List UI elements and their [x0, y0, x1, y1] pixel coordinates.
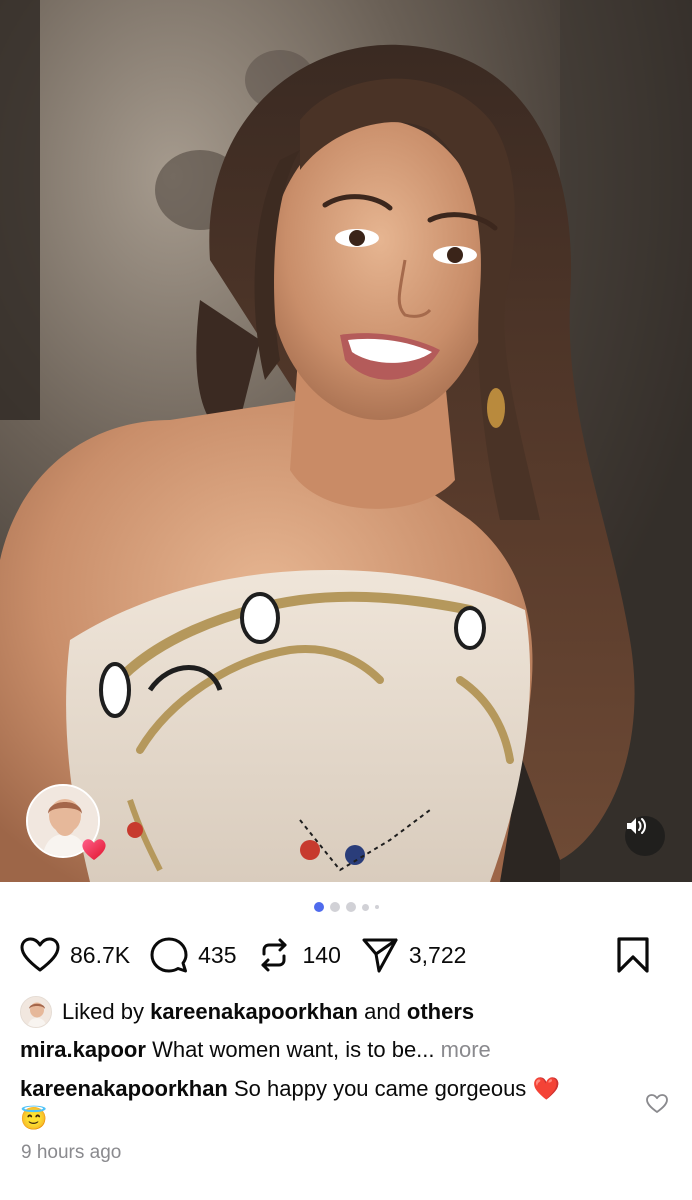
mute-button[interactable] [625, 816, 665, 856]
carousel-dot [374, 905, 379, 909]
heart-outline-icon [646, 1094, 668, 1113]
top-comment: kareenakapoorkhan So happy you came gorg… [20, 1074, 630, 1134]
carousel-dot [361, 903, 369, 911]
red-heart-emoji: ❤️ [532, 1076, 560, 1101]
caption-text: What women want, is to be... [152, 1037, 435, 1062]
post-action-bar: 86.7K 435 140 3,722 [20, 933, 670, 977]
liked-by-others[interactable]: others [407, 999, 474, 1025]
angel-emoji: 😇 [20, 1106, 48, 1131]
liked-by-prefix: Liked by [62, 999, 144, 1024]
heart-outline-icon [20, 937, 60, 972]
save-button[interactable] [616, 936, 650, 974]
comments-count[interactable]: 435 [198, 942, 236, 969]
bookmark-icon [617, 937, 649, 973]
comment-username[interactable]: kareenakapoorkhan [20, 1076, 228, 1101]
portrait-photo [0, 0, 692, 882]
carousel-dot [329, 902, 340, 912]
carousel-dot [345, 902, 356, 912]
comment-button[interactable]: 435 [150, 936, 236, 974]
liker-avatar [20, 996, 52, 1028]
send-paper-plane-icon [362, 938, 398, 973]
liked-by-conjunction: and [364, 999, 401, 1024]
repost-icon [261, 938, 287, 972]
liked-by-row[interactable]: Liked by kareenakapoorkhan and others [20, 996, 474, 1028]
carousel-indicator [0, 902, 692, 912]
share-button[interactable]: 3,722 [361, 936, 467, 974]
comment-like-button[interactable] [645, 1093, 669, 1119]
likes-count[interactable]: 86.7K [70, 942, 130, 969]
liked-by-username[interactable]: kareenakapoorkhan [150, 999, 358, 1025]
post-image[interactable] [0, 0, 692, 882]
heart-badge-icon [80, 836, 108, 862]
comment-text: So happy you came gorgeous [234, 1076, 527, 1101]
shares-count[interactable]: 3,722 [409, 942, 467, 969]
carousel-dot-active [313, 902, 324, 912]
caption-more-link[interactable]: more [441, 1037, 491, 1062]
reposts-count[interactable]: 140 [302, 942, 340, 969]
like-button[interactable]: 86.7K [20, 937, 130, 973]
post-timestamp: 9 hours ago [21, 1142, 122, 1163]
caption-username[interactable]: mira.kapoor [20, 1037, 146, 1062]
speaker-icon [627, 818, 646, 834]
repost-button[interactable]: 140 [256, 937, 341, 973]
comment-bubble-icon [150, 937, 188, 973]
post-caption: mira.kapoor What women want, is to be...… [20, 1036, 672, 1064]
